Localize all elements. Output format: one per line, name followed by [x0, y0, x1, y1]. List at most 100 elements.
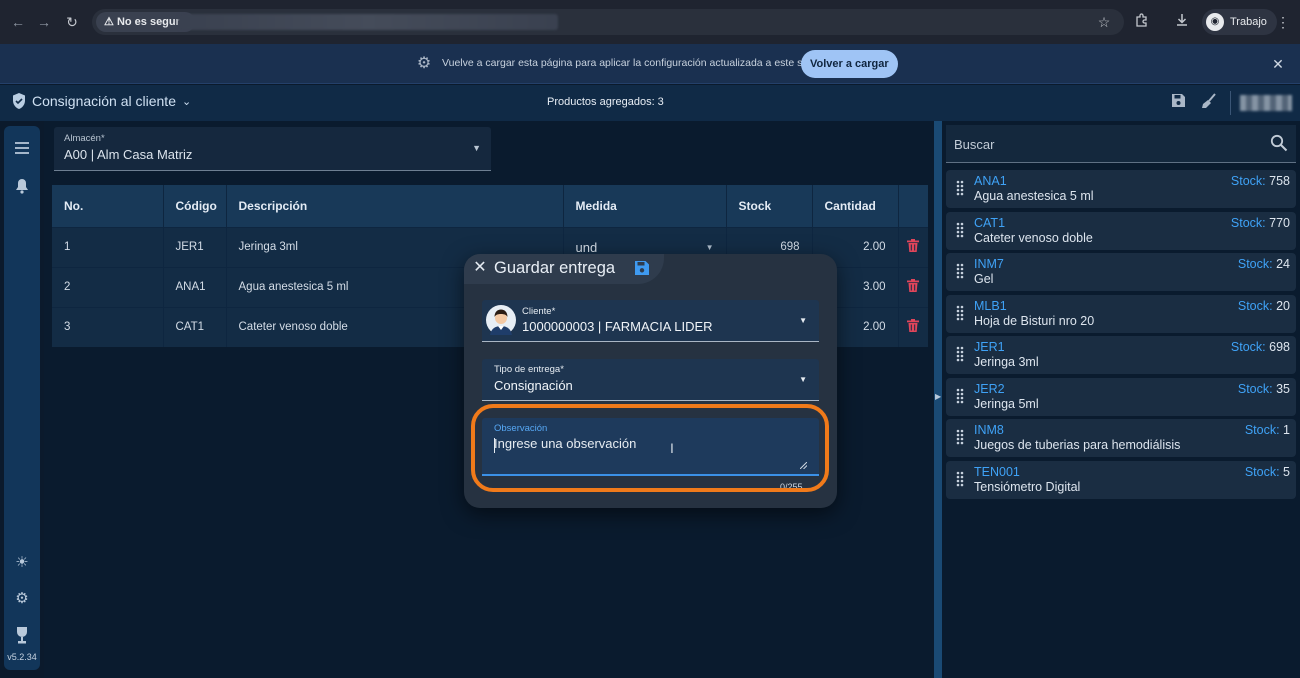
stock-label: Stock:	[1230, 340, 1266, 354]
dialog-header: ✕ Guardar entrega	[464, 254, 664, 284]
infobar: ⚙ Vuelve a cargar esta página para aplic…	[0, 44, 1300, 84]
product-code: TEN001	[974, 464, 1020, 479]
row-delete-button[interactable]	[898, 226, 928, 267]
warehouse-value: A00 | Alm Casa Matriz	[64, 147, 193, 162]
row-delete-button[interactable]	[898, 306, 928, 347]
drag-handle-icon[interactable]	[956, 429, 964, 445]
browser-menu-icon[interactable]: ⋮	[1273, 12, 1293, 32]
row-unit-value: und	[575, 239, 598, 255]
col-header-description[interactable]: Descripción	[226, 185, 564, 227]
forward-arrow-icon[interactable]: →	[34, 12, 54, 32]
text-caret	[494, 438, 495, 453]
col-header-code[interactable]: Código	[163, 185, 227, 227]
gear-icon: ⚙	[416, 55, 432, 72]
save-icon[interactable]	[1168, 93, 1188, 113]
col-header-unit[interactable]: Medida	[563, 185, 727, 227]
drag-handle-icon[interactable]	[956, 263, 964, 279]
reload-icon[interactable]: ↻	[62, 12, 82, 32]
row-delete-button[interactable]	[898, 266, 928, 307]
download-icon[interactable]	[1172, 12, 1192, 32]
product-description: Tensiómetro Digital	[974, 479, 1081, 494]
observation-input[interactable]	[494, 436, 806, 472]
product-card[interactable]: ANA1 Agua anestesica 5 ml Stock: 758	[946, 170, 1296, 208]
drag-handle-icon[interactable]	[956, 222, 964, 238]
bell-icon[interactable]	[12, 178, 32, 198]
product-code: INM7	[974, 257, 1004, 271]
module-selector[interactable]: Consignación al cliente ⌄	[12, 93, 191, 109]
back-arrow-icon[interactable]: ←	[8, 12, 28, 32]
col-header-quantity[interactable]: Cantidad	[812, 185, 899, 227]
product-stock: Stock: 35	[1238, 382, 1290, 396]
product-card[interactable]: INM8 Juegos de tuberias para hemodiálisis…	[946, 419, 1296, 457]
client-label: Cliente*	[522, 306, 556, 317]
product-description: Juegos de tuberias para hemodiálisis	[974, 438, 1181, 452]
product-card[interactable]: INM7 Gel Stock: 24	[946, 253, 1296, 291]
trash-icon	[907, 239, 920, 252]
stock-value: 5	[1283, 464, 1290, 479]
profile-label: Trabajo	[1230, 16, 1267, 28]
reload-page-button[interactable]: Volver a cargar	[801, 50, 898, 78]
dialog-title: Guardar entrega	[494, 259, 616, 277]
warehouse-label: Almacén*	[64, 133, 105, 144]
product-card[interactable]: CAT1 Cateter venoso doble Stock: 770	[946, 211, 1296, 250]
save-delivery-dialog: ✕ Guardar entrega Cliente* 1000000003 | …	[464, 254, 837, 508]
product-description: Jeringa 5ml	[974, 396, 1039, 411]
stock-value: 1	[1283, 423, 1290, 437]
drag-handle-icon[interactable]	[956, 471, 964, 487]
observation-field[interactable]: Observación I	[482, 418, 819, 476]
close-icon[interactable]: ✕	[1268, 54, 1288, 74]
client-value: 1000000003 | FARMACIA LIDER	[522, 319, 713, 334]
product-card[interactable]: TEN001 Tensiómetro Digital Stock: 5	[946, 460, 1296, 499]
product-card[interactable]: JER2 Jeringa 5ml Stock: 35	[946, 377, 1296, 416]
observation-label: Observación	[494, 423, 548, 434]
brightness-icon[interactable]: ☀	[12, 553, 32, 573]
drag-handle-icon[interactable]	[956, 346, 964, 362]
settings-gear-icon[interactable]: ⚙	[12, 589, 32, 609]
product-description: Hoja de Bisturi nro 20	[974, 313, 1095, 328]
caret-down-icon: ▼	[472, 143, 481, 153]
resize-handle-icon[interactable]	[800, 462, 807, 469]
product-card[interactable]: JER1 Jeringa 3ml Stock: 698	[946, 336, 1296, 374]
row-code: CAT1	[163, 306, 227, 347]
trash-icon	[907, 319, 920, 333]
drag-handle-icon[interactable]	[956, 180, 964, 196]
menu-icon[interactable]	[12, 141, 32, 161]
drag-handle-icon[interactable]	[956, 388, 964, 404]
table-header-row: No. Código Descripción Medida Stock Cant…	[52, 185, 928, 227]
warning-triangle-icon: ⚠	[104, 16, 114, 28]
search-field[interactable]	[946, 125, 1296, 163]
browser-toolbar: ← → ↻ ⚠ No es seguro ☆ ◉ Trabajo ⋮	[0, 0, 1300, 44]
stock-label: Stock:	[1244, 464, 1280, 479]
product-code: ANA1	[974, 174, 1007, 188]
delivery-type-label: Tipo de entrega*	[494, 364, 564, 375]
stock-value: 758	[1269, 174, 1290, 188]
chevron-right-icon[interactable]: ▶	[935, 392, 941, 401]
drag-handle-icon[interactable]	[956, 305, 964, 321]
client-select[interactable]: Cliente* 1000000003 | FARMACIA LIDER ▼	[482, 300, 819, 342]
product-card[interactable]: MLB1 Hoja de Bisturi nro 20 Stock: 20	[946, 294, 1296, 333]
search-input[interactable]	[954, 134, 1254, 154]
col-header-stock[interactable]: Stock	[726, 185, 813, 227]
search-icon[interactable]	[1270, 134, 1288, 152]
security-label: No es seguro	[116, 16, 187, 28]
stock-value: 24	[1276, 257, 1290, 271]
stock-label: Stock:	[1230, 174, 1266, 188]
product-code: CAT1	[974, 215, 1006, 230]
extensions-icon[interactable]	[1132, 12, 1152, 32]
url-redacted	[178, 14, 558, 30]
observation-char-counter: 0/255	[780, 482, 803, 492]
broom-icon[interactable]	[1199, 93, 1219, 113]
col-header-no[interactable]: No.	[52, 185, 164, 227]
product-description: Cateter venoso doble	[974, 230, 1093, 245]
warehouse-select[interactable]: Almacén* A00 | Alm Casa Matriz ▼	[54, 127, 491, 171]
stock-label: Stock:	[1244, 423, 1280, 437]
address-bar[interactable]: ⚠ No es seguro	[92, 9, 1124, 35]
product-stock: Stock: 770	[1231, 216, 1290, 230]
save-icon[interactable]	[635, 261, 649, 275]
bookmark-star-icon[interactable]: ☆	[1094, 12, 1114, 32]
row-code: ANA1	[163, 266, 227, 307]
profile-button[interactable]: ◉ Trabajo	[1202, 9, 1277, 35]
close-icon[interactable]: ✕	[472, 260, 488, 276]
stock-label: Stock:	[1237, 381, 1273, 396]
delivery-type-select[interactable]: Tipo de entrega* Consignación ▼	[482, 359, 819, 401]
